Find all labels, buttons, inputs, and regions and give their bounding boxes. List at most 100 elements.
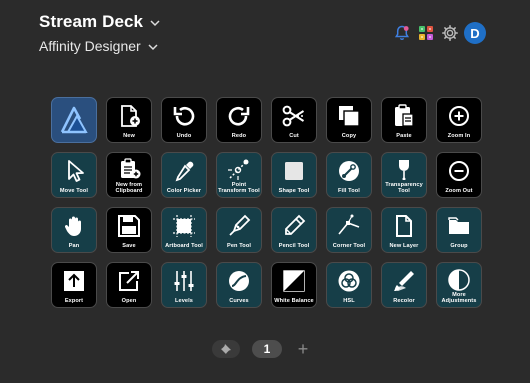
page-indicator[interactable]: 1: [252, 340, 282, 358]
square-shape-icon: [285, 162, 303, 180]
new-layer-icon: [396, 215, 412, 237]
profile-selector[interactable]: Affinity Designer: [39, 38, 161, 54]
new-document-icon: [121, 105, 140, 127]
key-pan[interactable]: Pan: [51, 207, 97, 253]
key-label: Redo: [231, 133, 247, 139]
key-label: Recolor: [393, 298, 415, 304]
eyedropper-icon: [175, 161, 194, 182]
key-save[interactable]: Save: [106, 207, 152, 253]
pen-nib-icon: [229, 214, 251, 236]
device-name[interactable]: Stream Deck: [39, 12, 143, 32]
key-open[interactable]: Open: [106, 262, 152, 308]
key-label: Levels: [174, 298, 193, 304]
chevron-down-icon[interactable]: [149, 16, 161, 28]
key-label: Artboard Tool: [165, 243, 203, 249]
key-export[interactable]: Export: [51, 262, 97, 308]
key-label: Transparency Tool: [385, 182, 423, 194]
key-white-balance[interactable]: White Balance: [271, 262, 317, 308]
redo-icon: [228, 106, 250, 126]
key-redo[interactable]: Redo: [216, 97, 262, 143]
key-label: Copy: [341, 133, 357, 139]
folder-icon: [448, 217, 469, 234]
copy-icon: [339, 106, 360, 127]
pin-icon[interactable]: [212, 340, 240, 358]
key-label: More Adjustments: [441, 292, 477, 304]
key-undo[interactable]: Undo: [161, 97, 207, 143]
key-curves[interactable]: Curves: [216, 262, 262, 308]
key-more-adjustments[interactable]: More Adjustments: [436, 262, 482, 308]
clipboard-icon: [395, 104, 414, 127]
point-transform-icon: [228, 159, 249, 180]
key-pen-tool[interactable]: Pen Tool: [216, 207, 262, 253]
key-label: Point Transform Tool: [218, 182, 260, 194]
hand-icon: [64, 216, 81, 236]
device-selector[interactable]: Stream Deck: [39, 12, 161, 32]
settings-gear-icon[interactable]: [440, 23, 460, 43]
key-point-transform-tool[interactable]: Point Transform Tool: [216, 152, 262, 198]
key-label: Pencil Tool: [278, 243, 310, 249]
recolor-icon: [394, 271, 414, 291]
transparency-icon: [399, 160, 409, 180]
key-label: Move Tool: [59, 188, 89, 194]
key-label: New from Clipboard: [115, 182, 143, 194]
header: Stream Deck Affinity Designer: [39, 12, 161, 54]
key-label: Corner Tool: [332, 243, 366, 249]
key-color-picker[interactable]: Color Picker: [161, 152, 207, 198]
key-zoom-in[interactable]: Zoom In: [436, 97, 482, 143]
more-adjustments-icon: [448, 269, 470, 291]
key-affinity-designer[interactable]: [51, 97, 97, 143]
key-grid: New Undo Redo Cut Copy Paste Zoom In Mov…: [51, 97, 482, 308]
clipboard-new-icon: [121, 158, 141, 179]
key-new-layer[interactable]: New Layer: [381, 207, 427, 253]
key-label: Undo: [176, 133, 192, 139]
undo-icon: [173, 106, 195, 126]
key-recolor[interactable]: Recolor: [381, 262, 427, 308]
key-hsl[interactable]: HSL: [326, 262, 372, 308]
key-label: Save: [122, 243, 136, 249]
plugins-icon[interactable]: [416, 23, 436, 43]
key-label: New Layer: [389, 243, 419, 249]
levels-sliders-icon: [174, 271, 194, 291]
key-new-from-clipboard[interactable]: New from Clipboard: [106, 152, 152, 198]
key-label: Zoom Out: [445, 188, 473, 194]
cursor-icon: [68, 160, 84, 182]
page-navigation: 1 +: [212, 339, 312, 359]
key-label: Color Picker: [166, 188, 202, 194]
key-levels[interactable]: Levels: [161, 262, 207, 308]
scissors-icon: [282, 105, 305, 127]
key-label: Curves: [229, 298, 249, 304]
key-label: Cut: [289, 133, 299, 139]
key-new[interactable]: New: [106, 97, 152, 143]
zoom-out-icon: [449, 161, 469, 181]
key-move-tool[interactable]: Move Tool: [51, 152, 97, 198]
zoom-in-icon: [449, 106, 469, 126]
key-cut[interactable]: Cut: [271, 97, 317, 143]
key-corner-tool[interactable]: Corner Tool: [326, 207, 372, 253]
key-label: New: [123, 133, 135, 139]
profile-name[interactable]: Affinity Designer: [39, 38, 141, 54]
key-paste[interactable]: Paste: [381, 97, 427, 143]
corner-node-icon: [338, 214, 360, 235]
key-zoom-out[interactable]: Zoom Out: [436, 152, 482, 198]
export-icon: [64, 271, 84, 291]
key-copy[interactable]: Copy: [326, 97, 372, 143]
floppy-disk-icon: [118, 215, 140, 237]
key-artboard-tool[interactable]: Artboard Tool: [161, 207, 207, 253]
bell-notification-icon[interactable]: [392, 23, 412, 43]
key-pencil-tool[interactable]: Pencil Tool: [271, 207, 317, 253]
key-shape-tool[interactable]: Shape Tool: [271, 152, 317, 198]
hsl-circles-icon: [338, 270, 360, 292]
key-label: White Balance: [274, 298, 314, 304]
curves-icon: [229, 271, 249, 291]
avatar[interactable]: D: [464, 22, 486, 44]
fill-icon: [339, 161, 359, 181]
affinity-designer-logo: [60, 106, 88, 134]
chevron-down-icon[interactable]: [147, 40, 159, 52]
pencil-icon: [285, 214, 306, 235]
key-fill-tool[interactable]: Fill Tool: [326, 152, 372, 198]
add-page-icon[interactable]: +: [294, 339, 312, 359]
artboard-icon: [173, 215, 195, 237]
key-group[interactable]: Group: [436, 207, 482, 253]
key-transparency-tool[interactable]: Transparency Tool: [381, 152, 427, 198]
key-label: Pan: [68, 243, 80, 249]
